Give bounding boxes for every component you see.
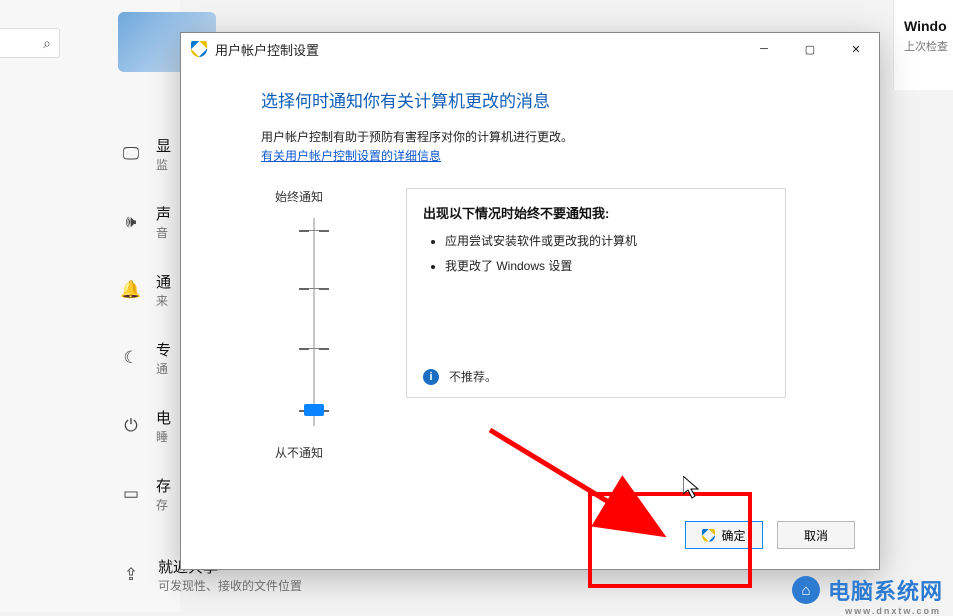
ok-button-label: 确定 <box>721 527 745 544</box>
info-bullet: 我更改了 Windows 设置 <box>445 257 769 274</box>
info-bullet: 应用尝试安装软件或更改我的计算机 <box>445 232 769 249</box>
storage-icon: ▭ <box>120 484 142 504</box>
uac-help-link[interactable]: 有关用户帐户控制设置的详细信息 <box>261 149 441 163</box>
settings-item-title: 通 <box>156 271 171 292</box>
info-icon: i <box>423 369 439 385</box>
settings-item-title: 存 <box>156 475 171 496</box>
bell-icon: 🔔 <box>120 280 142 300</box>
windows-update-card[interactable]: Windo 上次检查 <box>893 0 953 90</box>
sound-icon: 🕪 <box>120 212 142 232</box>
power-icon: ⏻ <box>120 416 142 436</box>
settings-item-sub: 监 <box>156 156 171 173</box>
settings-item-title: 显 <box>156 135 171 156</box>
windows-update-title: Windo <box>904 18 953 34</box>
watermark: ⌂ 电脑系统网 www.dnxtw.com <box>792 574 943 606</box>
dialog-heading: 选择何时通知你有关计算机更改的消息 <box>261 87 819 112</box>
ok-button[interactable]: 确定 <box>685 521 763 549</box>
settings-item-sub: 可发现性、接收的文件位置 <box>158 577 302 594</box>
notification-level-slider[interactable]: 始终通知 从不通知 <box>261 188 381 398</box>
dialog-description: 用户帐户控制有助于预防有害程序对你的计算机进行更改。 <box>261 128 819 147</box>
watermark-logo-icon: ⌂ <box>792 576 820 604</box>
settings-item-sub: 睡 <box>156 428 171 445</box>
cancel-button[interactable]: 取消 <box>777 521 855 549</box>
shield-icon <box>191 41 207 57</box>
dialog-titlebar[interactable]: 用户帐户控制设置 ─ ▢ ✕ <box>181 33 879 65</box>
slider-tick <box>301 288 327 289</box>
minimize-button[interactable]: ─ <box>741 33 787 65</box>
moon-icon: ☾ <box>120 348 142 368</box>
maximize-button[interactable]: ▢ <box>787 33 833 65</box>
uac-settings-dialog: 用户帐户控制设置 ─ ▢ ✕ 选择何时通知你有关计算机更改的消息 用户帐户控制有… <box>180 32 880 570</box>
search-icon: ⌕ <box>43 35 51 52</box>
watermark-text: 电脑系统网 <box>828 574 943 606</box>
settings-item-title: 电 <box>156 407 171 428</box>
settings-item-sub: 存 <box>156 496 171 513</box>
slider-bottom-label: 从不通知 <box>275 444 323 461</box>
slider-thumb[interactable] <box>304 404 324 416</box>
notification-level-description: 出现以下情况时始终不要通知我: 应用尝试安装软件或更改我的计算机 我更改了 Wi… <box>406 188 786 398</box>
windows-update-sub: 上次检查 <box>904 38 953 54</box>
shield-icon <box>702 529 715 542</box>
dialog-title: 用户帐户控制设置 <box>215 40 319 59</box>
watermark-url: www.dnxtw.com <box>845 606 941 616</box>
slider-tick <box>301 230 327 231</box>
search-input[interactable]: ⌕ <box>0 28 60 58</box>
settings-item-sub: 音 <box>156 224 171 241</box>
monitor-icon: 🖵 <box>120 144 142 164</box>
settings-item-sub: 来 <box>156 292 171 309</box>
settings-item-title: 声 <box>156 203 171 224</box>
close-button[interactable]: ✕ <box>833 33 879 65</box>
info-heading: 出现以下情况时始终不要通知我: <box>423 203 769 222</box>
cancel-button-label: 取消 <box>804 527 828 544</box>
slider-tick <box>301 348 327 349</box>
slider-top-label: 始终通知 <box>275 188 323 205</box>
settings-item-sub: 通 <box>156 360 171 377</box>
settings-item-title: 专 <box>156 339 171 360</box>
share-icon: ⇪ <box>120 565 142 585</box>
info-footer: 不推荐。 <box>449 368 497 385</box>
slider-track <box>313 218 315 426</box>
